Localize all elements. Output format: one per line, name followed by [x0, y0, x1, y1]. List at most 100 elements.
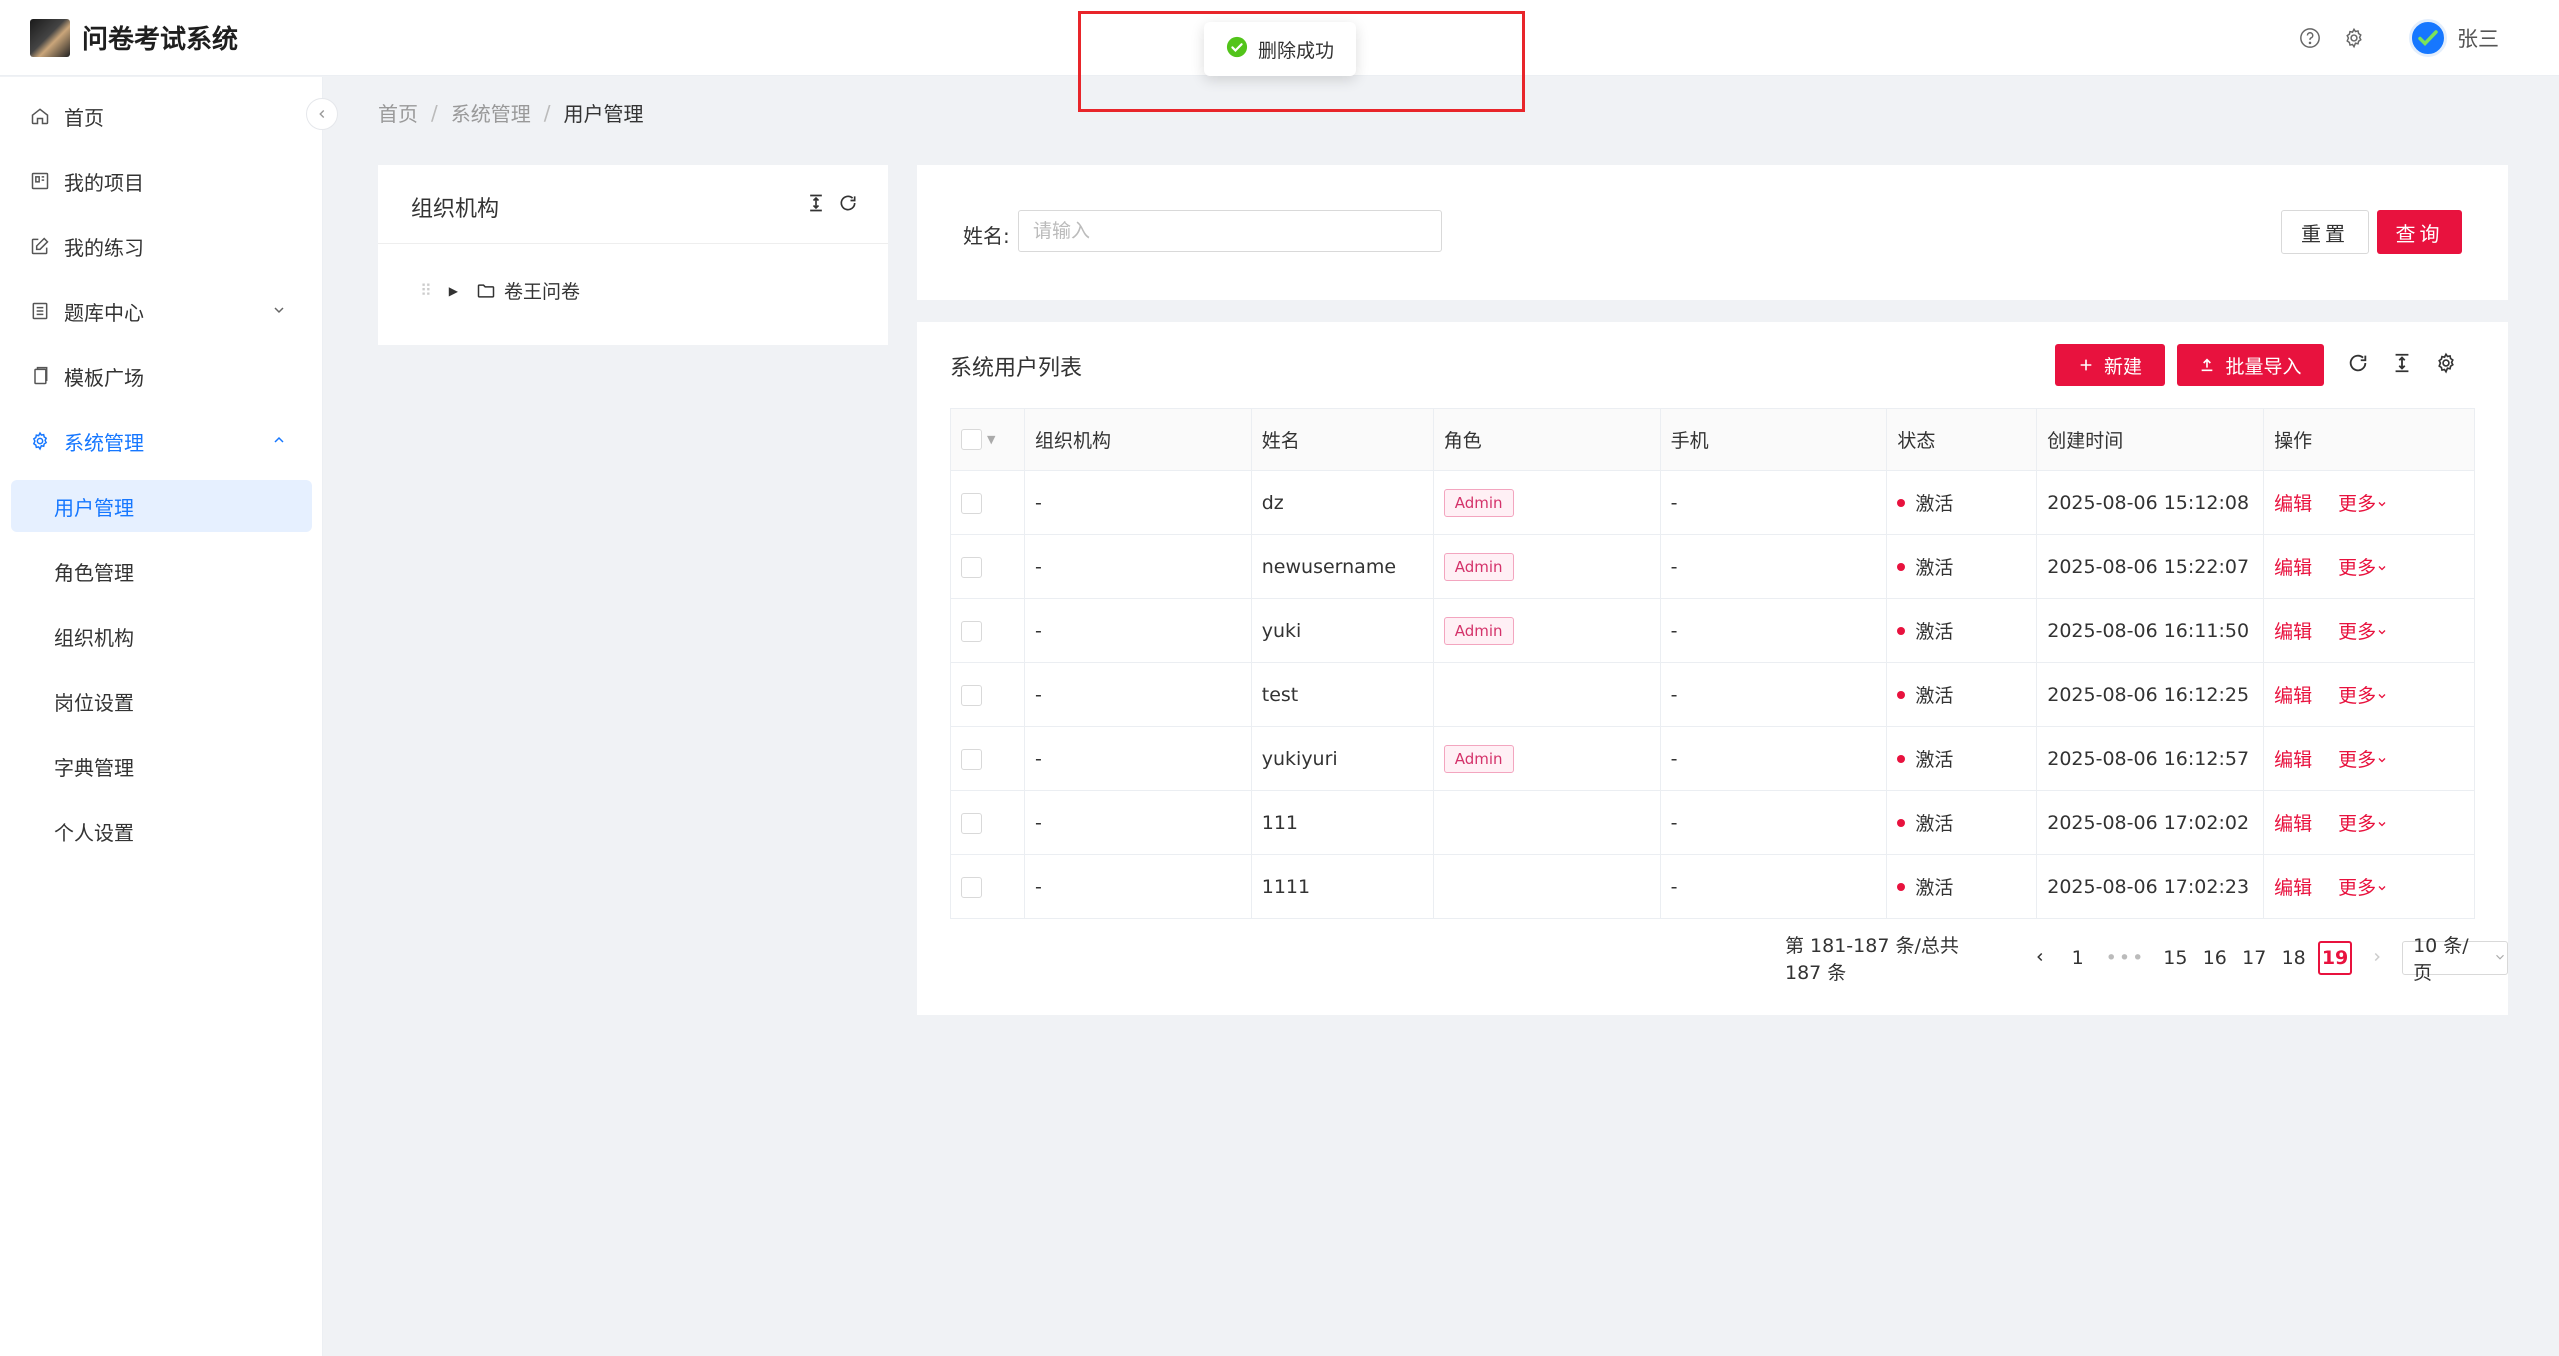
- more-dropdown[interactable]: 更多: [2338, 813, 2388, 835]
- sidebar-collapse-button[interactable]: [306, 98, 338, 130]
- sidebar-item-label: 模板广场: [64, 365, 144, 390]
- page-17[interactable]: 17: [2242, 947, 2266, 969]
- cell-phone: -: [1659, 470, 1888, 535]
- edit-link[interactable]: 编辑: [2274, 813, 2312, 835]
- sidebar-item-label: 首页: [64, 105, 104, 130]
- sidebar-item-projects[interactable]: 我的项目: [0, 155, 323, 207]
- status-badge: 激活: [1897, 809, 2026, 836]
- table-tools: [2347, 352, 2479, 374]
- chevron-down-icon: [2493, 947, 2507, 969]
- row-checkbox[interactable]: [961, 492, 982, 514]
- column-header-org: 组织机构: [1023, 408, 1252, 471]
- cell-role: [1432, 790, 1661, 855]
- sidebar-item-label: 我的练习: [64, 235, 144, 260]
- status-dot: [1897, 626, 1906, 635]
- page-1[interactable]: 1: [2068, 947, 2088, 969]
- page-current[interactable]: 19: [2317, 941, 2353, 975]
- template-icon: [30, 365, 52, 387]
- query-button[interactable]: 查询: [2377, 210, 2462, 254]
- select-all-cell: ▼: [950, 408, 1025, 471]
- column-height-icon[interactable]: [2391, 352, 2413, 374]
- role-tag: Admin: [1443, 552, 1514, 581]
- page-16[interactable]: 16: [2203, 947, 2227, 969]
- cell-created: 2025-08-06 15:22:07: [2036, 534, 2265, 599]
- cell-org: -: [1023, 470, 1252, 535]
- batch-import-button[interactable]: 批量导入: [2177, 344, 2324, 386]
- sidebar-item-question-bank[interactable]: 题库中心: [0, 285, 323, 337]
- sidebar-subitem-organization[interactable]: 组织机构: [0, 610, 323, 662]
- tree-node-root[interactable]: ⠿ ▶ 卷王问卷: [420, 277, 580, 304]
- breadcrumb-home[interactable]: 首页: [378, 98, 418, 127]
- row-checkbox[interactable]: [961, 748, 982, 770]
- sidebar-subitem-user-management[interactable]: 用户管理: [11, 480, 312, 532]
- chevron-down-icon: [271, 299, 287, 323]
- row-checkbox[interactable]: [961, 556, 982, 578]
- row-checkbox[interactable]: [961, 812, 982, 834]
- more-dropdown[interactable]: 更多: [2338, 621, 2388, 643]
- status-dot: [1897, 498, 1906, 507]
- settings-icon[interactable]: [2339, 23, 2369, 53]
- sidebar-subitem-dictionary[interactable]: 字典管理: [0, 740, 323, 792]
- row-checkbox[interactable]: [961, 620, 982, 642]
- home-icon: [30, 105, 52, 127]
- sidebar-item-templates[interactable]: 模板广场: [0, 350, 323, 402]
- edit-link[interactable]: 编辑: [2274, 557, 2312, 579]
- next-page-button[interactable]: [2370, 947, 2384, 969]
- chevron-down-icon: [2378, 502, 2386, 507]
- edit-link[interactable]: 编辑: [2274, 877, 2312, 899]
- reset-button[interactable]: 重置: [2281, 210, 2369, 254]
- drag-handle-icon[interactable]: ⠿: [420, 281, 432, 300]
- edit-link[interactable]: 编辑: [2274, 493, 2312, 515]
- search-panel: 姓名: 重置 查询: [917, 165, 2508, 300]
- edit-link[interactable]: 编辑: [2274, 749, 2312, 771]
- status-badge: 激活: [1897, 489, 2026, 516]
- sidebar-item-practice[interactable]: 我的练习: [0, 220, 323, 272]
- sidebar-item-system[interactable]: 系统管理: [0, 415, 323, 467]
- column-height-icon[interactable]: [806, 193, 826, 213]
- sidebar-subitem-role-management[interactable]: 角色管理: [0, 545, 323, 597]
- name-search-input[interactable]: [1018, 210, 1442, 252]
- caret-right-icon[interactable]: ▶: [449, 284, 458, 298]
- cell-created: 2025-08-06 16:12:25: [2036, 662, 2265, 727]
- more-dropdown[interactable]: 更多: [2338, 493, 2388, 515]
- cell-name: newusername: [1250, 534, 1434, 599]
- refresh-icon[interactable]: [838, 193, 858, 213]
- more-dropdown[interactable]: 更多: [2338, 685, 2388, 707]
- page-size-select[interactable]: 10 条/页: [2402, 935, 2508, 984]
- help-icon[interactable]: [2295, 23, 2325, 53]
- edit-link[interactable]: 编辑: [2274, 685, 2312, 707]
- page-18[interactable]: 18: [2282, 947, 2306, 969]
- row-checkbox[interactable]: [961, 876, 982, 898]
- user-list-panel: 系统用户列表 新建 批量导入 ▼ 组织机构 姓名 角色 手机 状态 创建时间 操…: [917, 322, 2508, 1015]
- edit-link[interactable]: 编辑: [2274, 621, 2312, 643]
- new-user-button[interactable]: 新建: [2055, 344, 2165, 386]
- sidebar-subitem-personal-settings[interactable]: 个人设置: [0, 805, 323, 857]
- sidebar-item-home[interactable]: 首页: [0, 90, 323, 142]
- org-panel-tools: [794, 193, 858, 213]
- more-dropdown[interactable]: 更多: [2338, 557, 2388, 579]
- role-tag: Admin: [1443, 488, 1514, 517]
- more-dropdown[interactable]: 更多: [2338, 877, 2388, 899]
- sidebar-item-label: 我的项目: [64, 170, 144, 195]
- folder-icon: [476, 281, 496, 301]
- user-name[interactable]: 张三: [2457, 23, 2499, 53]
- prev-page-button[interactable]: [2033, 947, 2047, 969]
- user-avatar[interactable]: [2409, 19, 2447, 57]
- more-label: 更多: [2338, 621, 2377, 643]
- select-all-checkbox[interactable]: [961, 429, 982, 450]
- more-dropdown[interactable]: 更多: [2338, 749, 2388, 771]
- chevron-down-icon[interactable]: ▼: [987, 433, 995, 446]
- column-header-role: 角色: [1432, 408, 1661, 471]
- cell-created: 2025-08-06 16:12:57: [2036, 726, 2265, 791]
- sidebar-subitem-position[interactable]: 岗位设置: [0, 675, 323, 727]
- refresh-icon[interactable]: [2347, 352, 2369, 374]
- app-logo[interactable]: 问卷考试系统: [30, 18, 238, 57]
- table-row: - yukiyuri Admin - 激活 2025-08-06 16:12:5…: [950, 726, 2475, 791]
- page-ellipsis[interactable]: •••: [2106, 947, 2146, 969]
- page-15[interactable]: 15: [2163, 947, 2187, 969]
- user-table: ▼ 组织机构 姓名 角色 手机 状态 创建时间 操作 - dz Admin - …: [950, 408, 2475, 919]
- cell-phone: -: [1659, 598, 1888, 663]
- breadcrumb-system[interactable]: 系统管理: [451, 98, 531, 127]
- column-settings-icon[interactable]: [2435, 352, 2457, 374]
- row-checkbox[interactable]: [961, 684, 982, 706]
